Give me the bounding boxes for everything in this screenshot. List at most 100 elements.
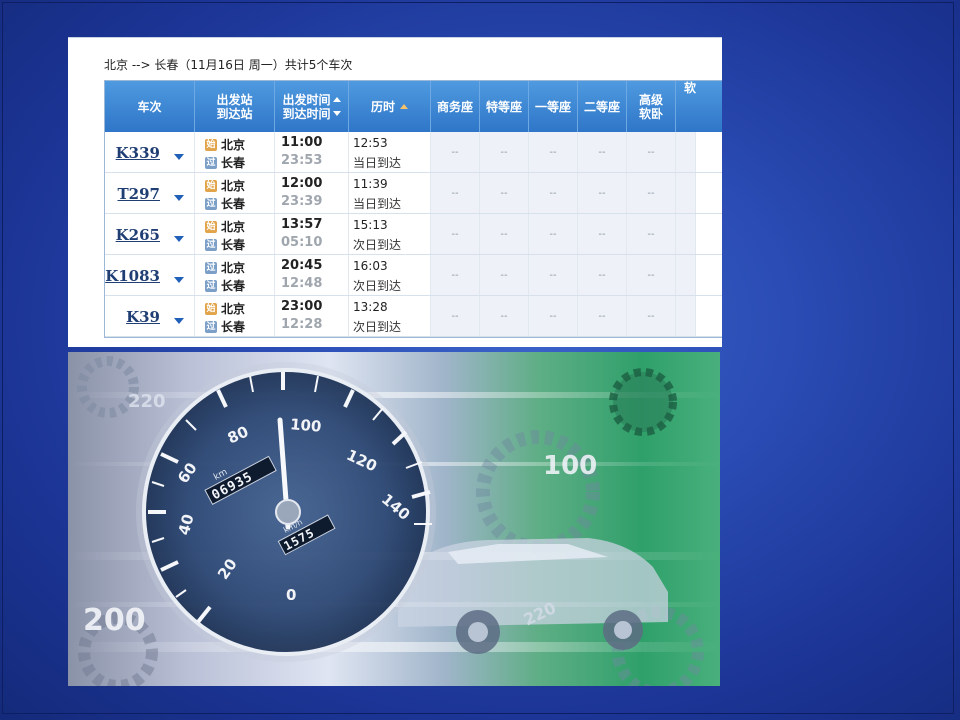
train-table: 车次 出发站 到达站 出发时间 到达时间 历时 商务座 特等座 一等座 二等座 … — [104, 80, 722, 338]
header-cut-column: 软 — [684, 81, 697, 95]
seat-cell: -- — [431, 132, 480, 172]
seat-cell: -- — [578, 296, 627, 336]
seat-cell: -- — [431, 255, 480, 295]
seat-cell: -- — [529, 173, 578, 213]
seat-cell: -- — [431, 173, 480, 213]
gauge-tick-label: 100 — [289, 415, 322, 436]
seat-cell: -- — [480, 173, 529, 213]
from-station: 北京 — [221, 302, 246, 316]
speedometer-gauge: 20 40 60 80 100 120 140 0 06935 km 1575 … — [136, 362, 436, 662]
sort-up-icon[interactable] — [332, 97, 341, 102]
seat-cell: -- — [529, 214, 578, 254]
seat-cell: -- — [578, 132, 627, 172]
train-number-link[interactable]: K339 — [116, 144, 160, 162]
seat-cell: -- — [529, 296, 578, 336]
start-badge: 始 — [205, 179, 217, 192]
duration: 15:13 — [353, 218, 388, 232]
arrival-time: 12:48 — [281, 276, 323, 291]
arrival-time: 23:53 — [281, 153, 323, 168]
table-body: K339 始北京 过长春 11:00 23:53 12:53 当日到达 -- -- … — [105, 132, 722, 337]
header-time[interactable]: 出发时间 到达时间 — [275, 81, 349, 132]
panel-top-border — [68, 37, 722, 38]
arrival-time: 12:28 — [281, 317, 323, 332]
departure-time: 20:45 — [281, 258, 323, 273]
to-station: 长春 — [221, 156, 246, 170]
table-row: T297 始北京 过长春 12:00 23:39 11:39 当日到达 -- -- … — [105, 173, 722, 214]
to-station: 长春 — [221, 197, 246, 211]
sort-up-icon[interactable] — [400, 104, 408, 109]
departure-time: 13:57 — [281, 217, 323, 232]
expand-arrow-icon[interactable] — [174, 236, 184, 242]
speedometer-illustration: 220 100 200 220 — [68, 356, 720, 686]
sort-down-icon[interactable] — [332, 111, 341, 116]
departure-time: 12:00 — [281, 176, 323, 191]
seat-cell: -- — [627, 173, 676, 213]
from-station: 北京 — [221, 179, 246, 193]
seat-cell: -- — [578, 214, 627, 254]
expand-arrow-icon[interactable] — [174, 318, 184, 324]
seat-cell: -- — [627, 255, 676, 295]
seat-cell: -- — [627, 214, 676, 254]
table-row: K265 始北京 过长春 13:57 05:10 15:13 次日到达 -- -- … — [105, 214, 722, 255]
duration: 13:28 — [353, 300, 388, 314]
pass-badge: 过 — [205, 320, 217, 333]
bg-number: 100 — [543, 451, 597, 481]
header-special-seat: 特等座 — [480, 81, 529, 132]
seat-cell: -- — [431, 214, 480, 254]
header-train[interactable]: 车次 — [105, 81, 195, 132]
seat-cell — [676, 214, 696, 254]
pass-badge: 过 — [205, 197, 217, 210]
seat-cell: -- — [627, 296, 676, 336]
header-soft-sleeper: 高级 软卧 — [627, 81, 676, 132]
from-station: 北京 — [221, 138, 246, 152]
seat-cell — [676, 173, 696, 213]
route-summary: 北京 --> 长春（11月16日 周一）共计5个车次 — [104, 58, 353, 72]
seat-cell: -- — [480, 296, 529, 336]
start-badge: 始 — [205, 302, 217, 315]
speedometer-image: 220 100 200 220 — [68, 352, 720, 686]
seat-cell: -- — [578, 173, 627, 213]
expand-arrow-icon[interactable] — [174, 195, 184, 201]
from-station: 北京 — [221, 220, 246, 234]
pass-badge: 过 — [205, 261, 217, 274]
pass-badge: 过 — [205, 156, 217, 169]
train-number-link[interactable]: K39 — [126, 308, 160, 326]
expand-arrow-icon[interactable] — [174, 154, 184, 160]
bg-number: 220 — [128, 391, 166, 412]
table-row: K39 始北京 过长春 23:00 12:28 13:28 次日到达 -- -- -… — [105, 296, 722, 337]
train-number-link[interactable]: K1083 — [105, 267, 160, 285]
seat-cell: -- — [480, 255, 529, 295]
header-station[interactable]: 出发站 到达站 — [195, 81, 275, 132]
seat-cell — [676, 132, 696, 172]
train-number-link[interactable]: T297 — [118, 185, 160, 203]
train-number-link[interactable]: K265 — [116, 226, 160, 244]
arrival-time: 23:39 — [281, 194, 323, 209]
arrival-time: 05:10 — [281, 235, 323, 250]
to-station: 长春 — [221, 320, 246, 334]
to-station: 长春 — [221, 238, 246, 252]
arrival-note: 次日到达 — [353, 238, 402, 252]
to-station: 长春 — [221, 279, 246, 293]
seat-cell: -- — [578, 255, 627, 295]
gauge-tick-label: 0 — [286, 586, 296, 604]
seat-cell: -- — [529, 255, 578, 295]
pass-badge: 过 — [205, 279, 217, 292]
arrival-note: 当日到达 — [353, 197, 402, 211]
seat-cell: -- — [431, 296, 480, 336]
needle-hub — [275, 499, 301, 525]
seat-cell — [676, 255, 696, 295]
header-first-seat: 一等座 — [529, 81, 578, 132]
expand-arrow-icon[interactable] — [174, 277, 184, 283]
duration: 11:39 — [353, 177, 388, 191]
pass-badge: 过 — [205, 238, 217, 251]
header-business-seat: 商务座 — [431, 81, 480, 132]
duration: 16:03 — [353, 259, 388, 273]
departure-time: 23:00 — [281, 299, 323, 314]
train-schedule-panel: 北京 --> 长春（11月16日 周一）共计5个车次 车次 出发站 到达站 出发… — [68, 37, 722, 347]
start-badge: 始 — [205, 220, 217, 233]
seat-cell: -- — [480, 214, 529, 254]
header-duration[interactable]: 历时 — [349, 81, 431, 132]
seat-cell: -- — [627, 132, 676, 172]
seat-cell — [676, 296, 696, 336]
arrival-note: 次日到达 — [353, 320, 402, 334]
